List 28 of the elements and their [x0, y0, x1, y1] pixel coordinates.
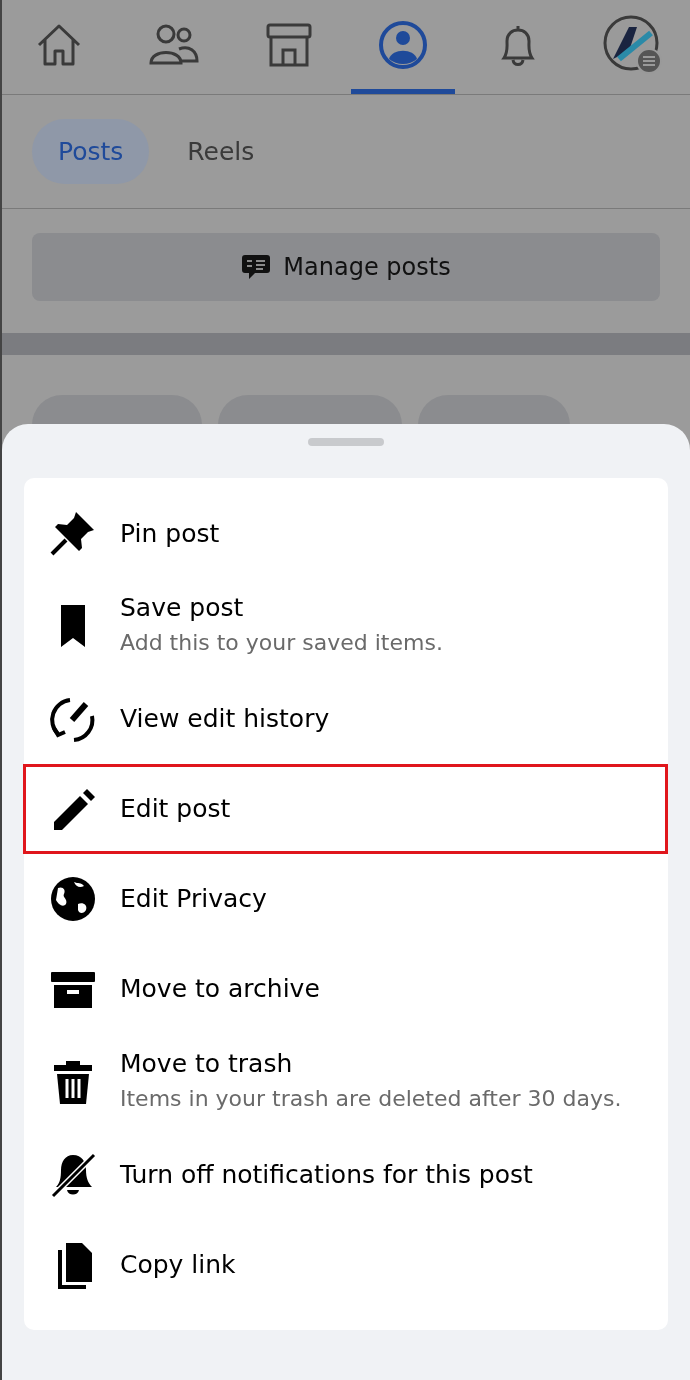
- item-title: Edit post: [120, 794, 231, 824]
- menu-item[interactable]: View edit history: [23, 673, 668, 764]
- item-title: View edit history: [120, 704, 330, 734]
- people-icon: [149, 22, 199, 67]
- menu-item[interactable]: Edit post: [23, 763, 668, 854]
- menu-item[interactable]: Turn off notifications for this post: [23, 1129, 668, 1220]
- menu-item[interactable]: Copy link: [23, 1219, 668, 1310]
- store-icon: [264, 21, 313, 68]
- item-title: Move to archive: [120, 974, 320, 1004]
- menu-item[interactable]: Save post Add this to your saved items.: [23, 578, 668, 674]
- item-title: Save post: [120, 593, 245, 622]
- menu-item[interactable]: Move to archive: [23, 943, 668, 1034]
- item-title: Copy link: [120, 1250, 236, 1280]
- avatar-menu-icon: [602, 14, 663, 75]
- menu-item[interactable]: Edit Privacy: [23, 853, 668, 944]
- item-title: Pin post: [120, 518, 220, 548]
- chat-bubble-icon: [241, 252, 272, 282]
- item-title: Edit Privacy: [120, 884, 267, 914]
- profile-icon: [378, 19, 429, 70]
- menu-item[interactable]: Move to trash Items in your trash are deleted after 30 days.: [23, 1033, 668, 1130]
- drag-handle[interactable]: [308, 438, 384, 446]
- item-title: Turn off notifications for this post: [120, 1160, 533, 1190]
- manage-posts-button[interactable]: Manage posts: [32, 233, 660, 301]
- item-title: Move to trash: [120, 1048, 294, 1078]
- item-description: Items in your trash are deleted after 30 days.: [120, 1084, 622, 1113]
- menu-item[interactable]: Pin post: [23, 488, 668, 578]
- item-description: Add this to your saved items.: [120, 629, 443, 657]
- content-tab[interactable]: Reels: [161, 119, 281, 184]
